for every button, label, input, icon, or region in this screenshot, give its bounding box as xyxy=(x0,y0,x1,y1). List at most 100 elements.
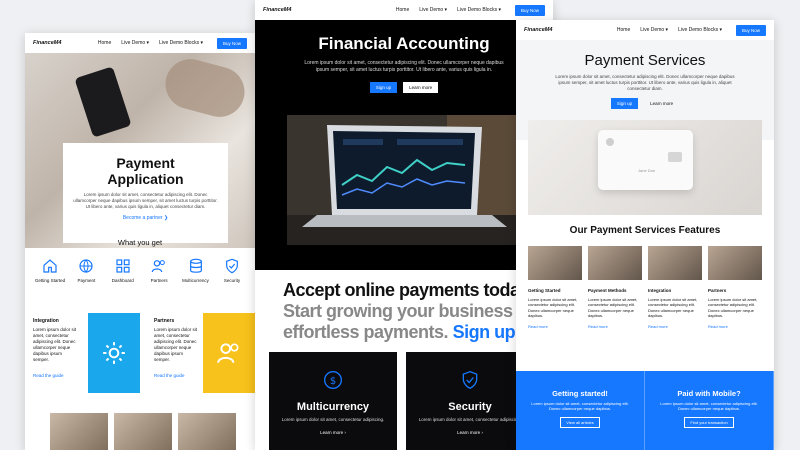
nav-home[interactable]: Home xyxy=(617,27,630,33)
hero-text: Lorem ipsum dolor sit amet, consectetur … xyxy=(304,60,504,73)
feature-dashboard[interactable]: Dashboard xyxy=(106,258,140,283)
cta-getting-started: Getting started! Lorem ipsum dolor sit a… xyxy=(516,371,645,450)
card-chip-icon: Jane Doe xyxy=(606,138,682,173)
middle-page-preview: FinanceM4 Home Live Demo ▾ Live Demo Blo… xyxy=(255,0,553,450)
info-block-title: Integration xyxy=(33,318,59,324)
hand-shape xyxy=(159,53,251,123)
features-grid: Getting Started Lorem ipsum dolor sit am… xyxy=(528,246,762,329)
globe-icon xyxy=(79,259,93,273)
payments-headline: Accept online payments today. Start grow… xyxy=(283,280,553,343)
logo[interactable]: FinanceM4 xyxy=(263,7,396,13)
security-card: Security Lorem ipsum dolor sit amet, con… xyxy=(406,352,534,450)
card-title: Security xyxy=(448,401,492,413)
read-more-link[interactable]: Read more xyxy=(528,324,582,330)
logo[interactable]: FinanceM4 xyxy=(524,27,617,33)
section-title: What you get xyxy=(117,238,163,247)
nav-home[interactable]: Home xyxy=(98,40,111,46)
feature-label: Security xyxy=(223,278,241,283)
feature-multicurrency[interactable]: Multicurrency xyxy=(179,258,213,283)
read-guide-link[interactable]: Read the guide xyxy=(33,373,79,379)
feature-title: Payment Methods xyxy=(588,288,627,293)
feature-text: Lorem ipsum dolor sit amet, consectetur … xyxy=(588,296,638,319)
feature-getting-started[interactable]: Getting Started xyxy=(33,258,67,283)
feature-icons: Getting Started Payment Dashboard Partne… xyxy=(33,258,249,283)
read-more-link[interactable]: Read more xyxy=(708,324,762,330)
cta-title: Getting started! xyxy=(552,389,608,398)
phone-shape xyxy=(74,66,132,138)
users-icon xyxy=(151,260,166,273)
feature-security[interactable]: Security xyxy=(215,258,249,283)
thumbnail-image xyxy=(178,413,236,450)
feature-card: Payment Methods Lorem ipsum dolor sit am… xyxy=(588,246,642,329)
learn-more-button[interactable]: Learn more xyxy=(403,82,439,93)
feature-text: Lorem ipsum dolor sit amet, consectetur … xyxy=(528,296,578,319)
nav-live-demo[interactable]: Live Demo ▾ xyxy=(640,27,668,33)
navbar: FinanceM4 Home Live Demo ▾ Live Demo Blo… xyxy=(25,33,255,53)
cta-title: Paid with Mobile? xyxy=(677,389,741,398)
hero-image: Payment Application Lorem ipsum dolor si… xyxy=(25,53,255,248)
thumbnail-image xyxy=(114,413,172,450)
thumbnail-row xyxy=(50,413,236,450)
gear-tile xyxy=(88,313,140,393)
feature-partners[interactable]: Partners xyxy=(142,258,176,283)
view-all-articles-button[interactable]: View all articles xyxy=(560,417,600,428)
buy-now-button[interactable]: Buy Now xyxy=(735,24,766,36)
feature-image xyxy=(588,246,642,280)
cta-banner: Getting started! Lorem ipsum dolor sit a… xyxy=(516,371,774,450)
read-guide-link[interactable]: Read the guide xyxy=(154,373,200,379)
dashboard-icon xyxy=(116,259,130,273)
headline-line-1: Accept online payments today. xyxy=(283,280,533,300)
hero-section: Financial Accounting Lorem ipsum dolor s… xyxy=(255,20,553,270)
right-page-preview: FinanceM4 Home Live Demo ▾ Live Demo Blo… xyxy=(516,20,774,450)
learn-more-link[interactable]: Learn more › xyxy=(406,430,534,435)
learn-more-link[interactable]: Learn more › xyxy=(269,430,397,435)
learn-more-button[interactable]: Learn more xyxy=(644,98,679,109)
feature-label: Payment xyxy=(77,278,96,283)
navbar: FinanceM4 Home Live Demo ▾ Live Demo Blo… xyxy=(516,20,774,40)
logo[interactable]: FinanceM4 xyxy=(33,40,98,46)
feature-image xyxy=(528,246,582,280)
feature-title: Partners xyxy=(708,288,727,293)
feature-card: Getting Started Lorem ipsum dolor sit am… xyxy=(528,246,582,329)
cta-text: Lorem ipsum dolor sit amet, consectetur … xyxy=(660,401,758,411)
users-tile xyxy=(203,313,255,393)
buy-now-button[interactable]: Buy Now xyxy=(514,4,545,16)
nav-live-demo-blocks[interactable]: Live Demo Blocks ▾ xyxy=(457,7,501,13)
card-text: Lorem ipsum dolor sit amet, consectetur … xyxy=(418,417,522,422)
hero-text: Lorem ipsum dolor sit amet, consectetur … xyxy=(73,192,218,209)
laptop-image xyxy=(287,115,519,245)
multicurrency-card: $ Multicurrency Lorem ipsum dolor sit am… xyxy=(269,352,397,450)
thumbnail-image xyxy=(50,413,108,450)
buy-now-button[interactable]: Buy Now xyxy=(216,37,247,49)
left-page-preview: FinanceM4 Home Live Demo ▾ Live Demo Blo… xyxy=(25,33,255,450)
feature-label: Getting Started xyxy=(34,278,66,283)
become-partner-link[interactable]: Become a partner ❯ xyxy=(73,215,218,221)
cta-paid-with-mobile: Paid with Mobile? Lorem ipsum dolor sit … xyxy=(645,371,774,450)
gear-icon xyxy=(103,342,125,364)
features-title: Our Payment Services Features xyxy=(569,225,721,236)
hero-text: Lorem ipsum dolor sit amet, consectetur … xyxy=(555,74,735,91)
shield-icon xyxy=(462,370,478,390)
info-block-partners: Partners Lorem ipsum dolor sit amet, con… xyxy=(154,318,200,379)
card-title: Multicurrency xyxy=(296,401,370,413)
nav-live-demo[interactable]: Live Demo ▾ xyxy=(419,7,447,13)
find-transaction-button[interactable]: Find your transaction xyxy=(684,417,734,428)
database-icon xyxy=(189,258,202,273)
read-more-link[interactable]: Read more xyxy=(648,324,702,330)
navbar: FinanceM4 Home Live Demo ▾ Live Demo Blo… xyxy=(255,0,553,20)
nav-home[interactable]: Home xyxy=(396,7,409,13)
sign-up-button[interactable]: Sign up xyxy=(369,82,398,93)
feature-image xyxy=(708,246,762,280)
card-text: Lorem ipsum dolor sit amet, consectetur … xyxy=(281,417,385,422)
nav-live-demo[interactable]: Live Demo ▾ xyxy=(121,40,149,46)
read-more-link[interactable]: Read more xyxy=(588,324,642,330)
nav-live-demo-blocks[interactable]: Live Demo Blocks ▾ xyxy=(159,40,203,46)
feature-label: Multicurrency xyxy=(182,278,209,283)
sign-up-button[interactable]: Sign up xyxy=(610,98,639,109)
cta-text: Lorem ipsum dolor sit amet, consectetur … xyxy=(531,401,629,411)
info-block-text: Lorem ipsum dolor sit amet, consectetur … xyxy=(33,327,77,362)
feature-payment[interactable]: Payment xyxy=(69,258,103,283)
shield-icon xyxy=(226,258,238,274)
nav-live-demo-blocks[interactable]: Live Demo Blocks ▾ xyxy=(678,27,722,33)
info-row: Integration Lorem ipsum dolor sit amet, … xyxy=(33,313,255,393)
